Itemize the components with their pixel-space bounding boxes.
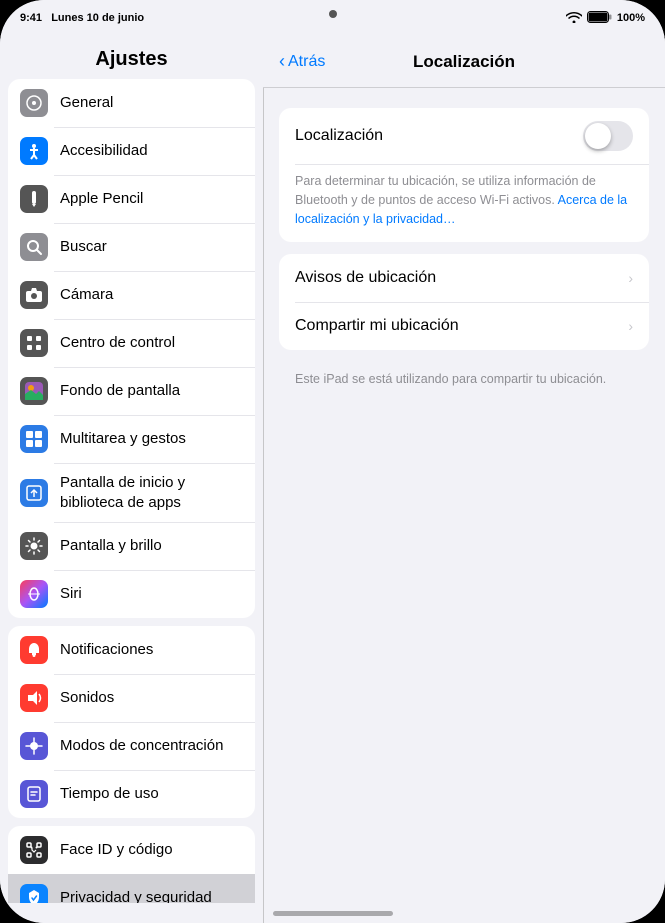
sidebar-section-2: Face ID y código Privacidad y seguridad — [8, 826, 255, 903]
detail-header: ‹ Atrás Localización — [263, 36, 665, 88]
tiempo-uso-label: Tiempo de uso — [60, 784, 243, 804]
sidebar-item-centro-control[interactable]: Centro de control — [8, 319, 255, 367]
faceid-icon — [20, 836, 48, 864]
privacidad-icon — [20, 884, 48, 903]
notificaciones-icon — [20, 636, 48, 664]
camara-icon — [20, 281, 48, 309]
pantalla-brillo-icon — [20, 532, 48, 560]
localizacion-section: Localización Para determinar tu ubicació… — [279, 108, 649, 242]
multitarea-icon — [20, 425, 48, 453]
siri-icon — [20, 580, 48, 608]
pantalla-brillo-label: Pantalla y brillo — [60, 536, 243, 556]
sidebar-item-pantalla-inicio[interactable]: Pantalla de inicio y biblioteca de apps — [8, 463, 255, 522]
buscar-label: Buscar — [60, 237, 243, 257]
sidebar-item-sonidos[interactable]: Sonidos — [8, 674, 255, 722]
pantalla-inicio-icon — [20, 479, 48, 507]
privacy-link[interactable]: Acerca de la localización y la privacida… — [295, 193, 627, 226]
pane-divider — [263, 36, 264, 903]
sonidos-icon — [20, 684, 48, 712]
main-content: Ajustes General Accesibilidad Apple Pencil… — [0, 36, 665, 903]
bottom-bar — [0, 903, 665, 923]
ipad-frame: 9:41 Lunes 10 de junio 100% — [0, 0, 665, 923]
sidebar-section-1: Notificaciones Sonidos Modos de concentrac… — [8, 626, 255, 818]
avisos-chevron-icon: › — [628, 270, 633, 286]
compartir-label: Compartir mi ubicación — [295, 317, 628, 335]
multitarea-label: Multitarea y gestos — [60, 429, 243, 449]
sidebar-item-buscar[interactable]: Buscar — [8, 223, 255, 271]
sidebar-item-faceid[interactable]: Face ID y código — [8, 826, 255, 874]
status-bar: 9:41 Lunes 10 de junio 100% — [0, 0, 665, 36]
privacidad-label: Privacidad y seguridad — [60, 888, 243, 903]
pantalla-inicio-label: Pantalla de inicio y biblioteca de apps — [60, 473, 243, 512]
sidebar-item-privacidad[interactable]: Privacidad y seguridad — [8, 874, 255, 903]
general-label: General — [60, 93, 243, 113]
back-chevron-icon: ‹ — [279, 51, 285, 72]
camara-label: Cámara — [60, 285, 243, 305]
avisos-row[interactable]: Avisos de ubicación › — [279, 254, 649, 302]
localizacion-row: Localización — [279, 108, 649, 164]
toggle-knob — [585, 123, 611, 149]
sidebar-item-camara[interactable]: Cámara — [8, 271, 255, 319]
back-button[interactable]: ‹ Atrás — [279, 51, 325, 72]
localizacion-label: Localización — [295, 127, 583, 145]
back-label: Atrás — [288, 53, 325, 71]
sidebar-item-notificaciones[interactable]: Notificaciones — [8, 626, 255, 674]
sidebar-item-accesibilidad[interactable]: Accesibilidad — [8, 127, 255, 175]
sidebar-list: General Accesibilidad Apple Pencil Buscar Cá… — [0, 79, 263, 903]
camera-notch — [329, 10, 337, 18]
sonidos-label: Sonidos — [60, 688, 243, 708]
siri-label: Siri — [60, 584, 243, 604]
localizacion-toggle[interactable] — [583, 121, 633, 151]
status-time-date: 9:41 Lunes 10 de junio — [20, 12, 144, 24]
notificaciones-label: Notificaciones — [60, 640, 243, 660]
status-indicators: 100% — [566, 11, 645, 26]
battery-icon — [587, 11, 612, 26]
location-options-section: Avisos de ubicación › Compartir mi ubica… — [279, 254, 649, 350]
centro-control-label: Centro de control — [60, 333, 243, 353]
fondo-icon — [20, 377, 48, 405]
avisos-label: Avisos de ubicación — [295, 269, 628, 287]
apple-pencil-icon — [20, 185, 48, 213]
tiempo-uso-icon — [20, 780, 48, 808]
sidebar-section-0: General Accesibilidad Apple Pencil Buscar Cá… — [8, 79, 255, 618]
home-indicator — [273, 911, 393, 916]
status-date: Lunes 10 de junio — [51, 12, 144, 24]
sidebar: Ajustes General Accesibilidad Apple Pencil… — [0, 36, 263, 903]
localizacion-description: Para determinar tu ubicación, se utiliza… — [279, 164, 649, 242]
sidebar-item-apple-pencil[interactable]: Apple Pencil — [8, 175, 255, 223]
battery-percent: 100% — [617, 12, 645, 24]
detail-pane: ‹ Atrás Localización Localización Para d… — [263, 36, 665, 903]
accesibilidad-label: Accesibilidad — [60, 141, 243, 161]
sharing-description: Este iPad se está utilizando para compar… — [279, 362, 649, 389]
sidebar-title: Ajustes — [0, 36, 263, 79]
general-icon — [20, 89, 48, 117]
status-time: 9:41 — [20, 12, 42, 24]
compartir-chevron-icon: › — [628, 318, 633, 334]
faceid-label: Face ID y código — [60, 840, 243, 860]
concentracion-label: Modos de concentración — [60, 736, 243, 756]
buscar-icon — [20, 233, 48, 261]
concentracion-icon — [20, 732, 48, 760]
fondo-label: Fondo de pantalla — [60, 381, 243, 401]
sidebar-item-siri[interactable]: Siri — [8, 570, 255, 618]
wifi-icon — [566, 11, 582, 26]
detail-content: Localización Para determinar tu ubicació… — [263, 88, 665, 903]
compartir-row[interactable]: Compartir mi ubicación › — [279, 302, 649, 350]
sidebar-item-concentracion[interactable]: Modos de concentración — [8, 722, 255, 770]
accesibilidad-icon — [20, 137, 48, 165]
sidebar-item-fondo[interactable]: Fondo de pantalla — [8, 367, 255, 415]
sidebar-item-multitarea[interactable]: Multitarea y gestos — [8, 415, 255, 463]
apple-pencil-label: Apple Pencil — [60, 189, 243, 209]
sidebar-item-pantalla-brillo[interactable]: Pantalla y brillo — [8, 522, 255, 570]
detail-title: Localización — [413, 52, 515, 72]
sidebar-item-general[interactable]: General — [8, 79, 255, 127]
sidebar-item-tiempo-uso[interactable]: Tiempo de uso — [8, 770, 255, 818]
centro-control-icon — [20, 329, 48, 357]
